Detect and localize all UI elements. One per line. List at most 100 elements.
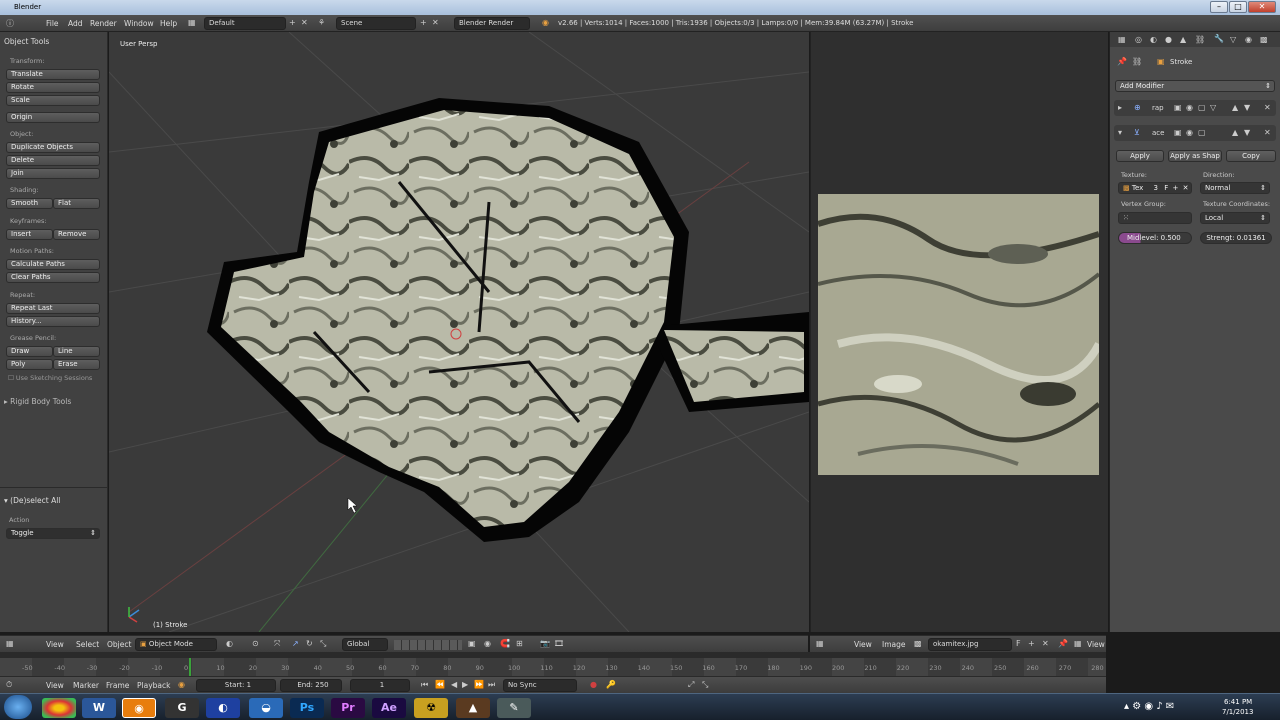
pivot-icon[interactable]: ⊙ [252,639,259,648]
keying-set-icon[interactable]: 🔑 [606,680,616,689]
apply-button[interactable]: Apply [1116,150,1164,162]
insert-keyframe-icon[interactable]: ⤢ [688,680,694,690]
move-up-icon[interactable]: ▲ [1232,128,1238,137]
duplicate-button[interactable]: Duplicate Objects [6,142,100,153]
editmode-icon[interactable]: ▢ [1198,103,1206,112]
play-icon[interactable]: ▶ [462,680,468,689]
unlink-texture-icon[interactable]: ✕ [1183,184,1189,192]
chrome-icon[interactable] [42,698,76,718]
direction-select[interactable]: Normal ⇕ [1200,182,1270,194]
image-editor[interactable] [810,32,1108,632]
modifier-1-name[interactable]: rap [1152,104,1164,112]
clock-time[interactable]: 6:41 PM [1224,698,1252,706]
repeat-last-button[interactable]: Repeat Last [6,303,100,314]
word-icon[interactable]: W [82,698,116,718]
strength-field[interactable]: Strengt: 0.01361 [1200,232,1272,244]
remove-modifier-icon[interactable]: ✕ [1264,128,1271,137]
game-icon[interactable]: ☢ [414,698,448,718]
visibility-icon[interactable]: ◉ [1186,103,1193,112]
vlc-icon[interactable]: ▲ [456,698,490,718]
explorer-icon[interactable]: ◒ [249,698,283,718]
minimize-button[interactable]: – [1210,1,1228,13]
image-view-menu[interactable]: View [854,640,872,649]
sketching-checkbox[interactable]: ☐ Use Sketching Sessions [8,374,92,382]
opengl-anim-icon[interactable]: 🎞 [554,639,564,648]
remove-screen-icon[interactable]: ✕ [301,18,308,27]
image-name-field[interactable]: okamitex.jpg [928,638,1012,651]
copy-button[interactable]: Copy [1226,150,1276,162]
remove-modifier-icon[interactable]: ✕ [1264,103,1271,112]
move-down-icon[interactable]: ▼ [1244,128,1250,137]
menu-add[interactable]: Add [68,19,83,28]
end-frame-field[interactable]: End: 250 [280,679,342,692]
image-menu[interactable]: Image [882,640,906,649]
history-button[interactable]: History... [6,316,100,327]
scene-field[interactable]: Scene [336,17,416,30]
shading-icon[interactable]: ◐ [226,639,233,648]
view-mode-icon[interactable]: ▦ [1074,639,1082,648]
jump-end-icon[interactable]: ⏭ [488,680,495,690]
menu-help[interactable]: Help [160,19,177,28]
timeline-marker-menu[interactable]: Marker [73,681,99,690]
flat-button[interactable]: Flat [53,198,100,209]
orientation-select[interactable]: Global [342,638,388,651]
next-keyframe-icon[interactable]: ⏩ [474,680,484,689]
add-image-icon[interactable]: + [1028,639,1035,648]
select-menu[interactable]: Select [76,640,99,649]
modifiers-tab-icon[interactable]: 🔧 [1214,34,1224,43]
image-browse-icon[interactable]: ▩ [914,639,922,648]
sync-select[interactable]: No Sync [503,679,577,692]
editor-type-icon[interactable]: ⓘ [6,18,14,29]
snap-icon[interactable]: 🧲 [500,639,510,648]
constraints-tab-icon[interactable]: ⛓ [1195,35,1205,44]
scene-tab-icon[interactable]: ◐ [1150,35,1157,44]
material-tab-icon[interactable]: ◉ [1245,35,1252,44]
layers-lock-icon[interactable]: ▣ [468,639,476,648]
add-texture-icon[interactable]: + [1172,184,1178,192]
start-frame-field[interactable]: Start: 1 [196,679,276,692]
collapse-icon[interactable]: ▾ [1118,128,1122,137]
editor-type-icon[interactable]: ⏱ [6,680,12,690]
operator-header[interactable]: ▾ (De)select All [4,496,60,505]
layer-buttons[interactable] [394,640,462,650]
add-modifier-select[interactable]: Add Modifier ⇕ [1115,80,1275,92]
action-select[interactable]: Toggle ⇕ [6,528,100,539]
modifier-panel-1[interactable]: ▸ ⊕ rap ▣ ◉ ▢ ▽ ▲ ▼ ✕ [1114,100,1276,116]
translate-manip-icon[interactable]: ↗ [292,639,299,648]
delete-button[interactable]: Delete [6,155,100,166]
apply-as-shape-button[interactable]: Apply as Shap [1168,150,1222,162]
remove-keyframe-button[interactable]: Remove [53,229,100,240]
cage-icon[interactable]: ▽ [1210,103,1216,112]
snap-element-icon[interactable]: ⊞ [516,639,523,648]
render-toggle-icon[interactable]: ▣ [1174,103,1182,112]
add-screen-icon[interactable]: + [289,18,296,27]
draw-button[interactable]: Draw [6,346,53,357]
tray-icons[interactable]: ▴ ⚙ ◉ ♪ ✉ [1124,701,1174,712]
preview-range-icon[interactable]: ◉ [178,680,185,689]
world-tab-icon[interactable]: ● [1165,35,1172,44]
screen-layout-icon[interactable]: ▦ [188,18,196,27]
midlevel-slider[interactable]: Midlevel: 0.500 [1118,232,1192,244]
remove-scene-icon[interactable]: ✕ [432,18,439,27]
rigid-body-header[interactable]: ▸ Rigid Body Tools [4,397,71,406]
mode-select[interactable]: ▣ Object Mode [135,638,217,651]
rotate-button[interactable]: Rotate [6,82,100,93]
data-tab-icon[interactable]: ▽ [1230,35,1236,44]
editmode-icon[interactable]: ▢ [1198,128,1206,137]
blender-icon[interactable]: ◉ [122,698,156,718]
clear-paths-button[interactable]: Clear Paths [6,272,100,283]
scale-button[interactable]: Scale [6,95,100,106]
view-menu[interactable]: View [46,640,64,649]
expand-icon[interactable]: ▸ [1118,103,1122,112]
insert-keyframe-button[interactable]: Insert [6,229,53,240]
render-tab-icon[interactable]: ◎ [1135,35,1142,44]
move-down-icon[interactable]: ▼ [1244,103,1250,112]
delete-keyframe-icon[interactable]: ⤡ [702,680,708,690]
render-engine-select[interactable]: Blender Render [454,17,530,30]
image-view2-label[interactable]: View [1087,640,1105,649]
auto-keyframe-icon[interactable]: ● [590,680,597,689]
scale-manip-icon[interactable]: ⤡ [320,639,326,649]
visibility-icon[interactable]: ◉ [1186,128,1193,137]
3d-viewport[interactable]: User Persp (1) Stroke [109,32,809,632]
after-effects-icon[interactable]: Ae [372,698,406,718]
